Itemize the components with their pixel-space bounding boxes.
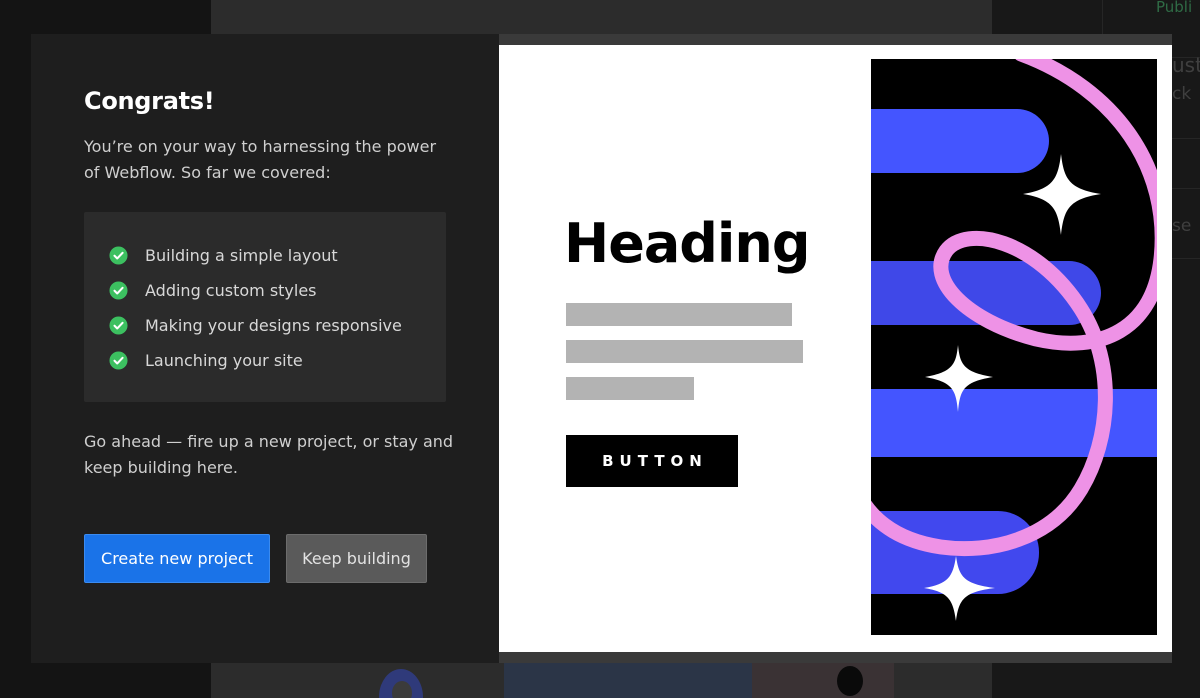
checklist-item: Building a simple layout xyxy=(109,244,338,266)
preview-button: BUTTON xyxy=(566,435,738,487)
checklist-item: Making your designs responsive xyxy=(109,314,402,336)
check-circle-icon xyxy=(109,245,128,265)
background-thumbnail xyxy=(752,663,894,698)
congrats-modal: Congrats! You’re on your way to harnessi… xyxy=(31,34,1172,663)
modal-outro-text: Go ahead — fire up a new project, or sta… xyxy=(84,432,454,477)
checklist-item: Adding custom styles xyxy=(109,279,317,301)
background-text-fragment: ck xyxy=(1172,84,1192,104)
completed-checklist: Building a simple layout Adding custom s… xyxy=(84,212,446,402)
preview-text-placeholder xyxy=(566,377,694,400)
background-illustration xyxy=(837,666,863,696)
preview-button-label: BUTTON xyxy=(602,452,708,470)
background-illustration xyxy=(379,669,423,698)
background-text-fragment: se xyxy=(1172,216,1192,236)
background-text-fragment: ust xyxy=(1172,53,1200,77)
preview-text-placeholder xyxy=(566,303,792,326)
check-circle-icon xyxy=(109,280,128,300)
check-circle-icon xyxy=(109,350,128,370)
modal-title: Congrats! xyxy=(84,87,215,115)
preview-heading: Heading xyxy=(564,212,811,275)
modal-intro-text: You’re on your way to harnessing the pow… xyxy=(84,137,437,182)
checklist-item-label: Making your designs responsive xyxy=(145,315,402,335)
checklist-item: Launching your site xyxy=(109,349,303,371)
background-thumbnail xyxy=(504,663,752,698)
template-preview: Heading BUTTON xyxy=(499,45,1172,652)
checklist-item-label: Building a simple layout xyxy=(145,245,338,265)
checklist-item-label: Launching your site xyxy=(145,350,303,370)
checklist-item-label: Adding custom styles xyxy=(145,280,317,300)
preview-text-placeholder xyxy=(566,340,803,363)
preview-illustration xyxy=(871,59,1157,635)
background-publish-button: Publi xyxy=(1156,0,1193,16)
check-circle-icon xyxy=(109,315,128,335)
create-new-project-button[interactable]: Create new project xyxy=(84,534,270,583)
modal-content-panel: Congrats! You’re on your way to harnessi… xyxy=(31,34,499,663)
keep-building-button[interactable]: Keep building xyxy=(286,534,427,583)
